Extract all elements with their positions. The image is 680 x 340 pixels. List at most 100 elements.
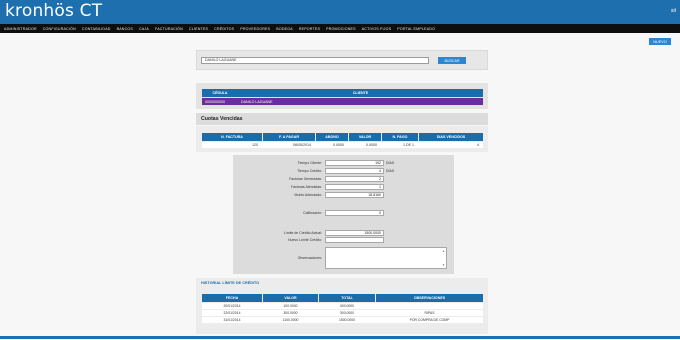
menu-item-creditos[interactable]: CRÉDITOS	[214, 27, 234, 31]
menu-item-administrador[interactable]: ADMINISTRADOR	[4, 27, 37, 31]
cell-observaciones: POR COMPRA DE COMP	[409, 318, 450, 322]
cell-valor: 100.0000	[283, 304, 298, 308]
label-facturas-atendidas: Facturas Atendidas:	[291, 185, 322, 189]
scroll-up-icon[interactable]: ▲	[442, 249, 445, 253]
column-header-fecha-pagar: F. A PAGAR	[263, 133, 315, 141]
cell-abono: 0.0000	[333, 143, 344, 147]
menu-item-facturacion[interactable]: FACTURACIÓN	[155, 27, 183, 31]
form-row-nuevo-limite: Nuevo Límite Crédito:	[233, 237, 454, 244]
observaciones-textarea[interactable]: ▲ ▼	[325, 247, 447, 269]
page: kronhös CT sit ADMINISTRADOR CONFIGURACI…	[0, 0, 680, 340]
form-row-facturas-atendidas: Facturas Atendidas: 1	[233, 184, 454, 191]
cell-total: 300.0000	[339, 311, 355, 315]
label-nuevo-limite: Nuevo Límite Crédito:	[288, 238, 322, 242]
cuotas-section-header: Cuotas Vencidas	[196, 113, 488, 125]
cuotas-title: Cuotas Vencidas	[201, 116, 243, 122]
client-nombre: DANILO LAGUANE	[241, 99, 273, 104]
label-tiempo-cliente: Tiempo Cliente:	[297, 161, 322, 165]
column-header-pago: N. PAGO	[382, 133, 418, 141]
header-user-link[interactable]: sit	[671, 8, 676, 14]
field-facturas-generadas[interactable]: 2	[325, 176, 384, 182]
form-row-calificacion: Calificación: 0	[233, 210, 454, 217]
table-row[interactable]: 22/01/2014 300.0000 300.0000 RIPAS	[202, 310, 483, 316]
form-row-tiempo-credito: Tiempo Crédito: 4 DÍAS	[233, 168, 454, 175]
nuevo-button[interactable]: NUEVO	[649, 38, 671, 45]
menu-item-promociones[interactable]: PROMOCIONES	[326, 27, 356, 31]
brand-logo: kronhös CT	[5, 1, 103, 21]
historial-panel: HISTORIAL LÍMITE DE CRÉDITO FECHA VALOR …	[196, 278, 488, 334]
cell-total: 1500.0000	[338, 318, 356, 322]
field-tiempo-cliente[interactable]: 192	[325, 160, 384, 166]
client-row[interactable]: 0000000000 DANILO LAGUANE	[202, 98, 483, 105]
menu-item-caja[interactable]: CAJA	[139, 27, 149, 31]
app-header: kronhös CT sit	[0, 0, 680, 24]
cell-valor: 1100.0000	[282, 318, 299, 322]
field-facturas-atendidas[interactable]: 1	[325, 184, 384, 190]
footer-bar	[0, 336, 680, 339]
form-row-monto-adeudado: Monto Adeudado: 18.8160	[233, 192, 454, 199]
table-row[interactable]: 20/01/2014 100.0000 400.0000	[202, 303, 483, 309]
table-row[interactable]: 31/01/2014 1100.0000 1500.0000 POR COMPR…	[202, 317, 483, 323]
client-table-header: CÉDULA CLIENTE	[202, 89, 483, 97]
menu-item-bancos[interactable]: BANCOS	[117, 27, 133, 31]
cell-pago: 1 DE 1	[403, 143, 414, 147]
form-row-tiempo-cliente: Tiempo Cliente: 192 DÍAS	[233, 160, 454, 167]
cell-observaciones: RIPAS	[424, 311, 435, 315]
field-limite-actual[interactable]: 1500.0000	[325, 230, 384, 236]
menu-item-bodega[interactable]: BODEGA	[276, 27, 293, 31]
label-observaciones: Observaciones:	[297, 256, 322, 260]
menu-item-activos-fijos[interactable]: ACTIVOS FIJOS	[362, 27, 392, 31]
cell-total: 400.0000	[339, 304, 355, 308]
label-limite-actual: Límite de Crédito Actual:	[283, 231, 322, 235]
field-tiempo-credito[interactable]: 4	[325, 168, 384, 174]
nuevo-limite-input[interactable]	[325, 237, 384, 243]
cell-dias-vencidos: 4	[477, 143, 479, 147]
cell-fecha: 20/01/2014	[223, 304, 241, 308]
label-monto-adeudado: Monto Adeudado:	[294, 193, 322, 197]
menu-item-configuracion[interactable]: CONFIGURACIÓN	[43, 27, 76, 31]
column-header-abono: ABONO	[316, 133, 348, 141]
label-tiempo-credito: Tiempo Crédito:	[297, 169, 322, 173]
column-header-dias-vencidos: DIAS VENCIDOS	[419, 133, 483, 141]
table-row[interactable]: 120 08/05/2014 0.0000 0.0000 1 DE 1 4	[202, 142, 483, 148]
main-menu: ADMINISTRADOR CONFIGURACIÓN CONTABILIDAD…	[0, 24, 680, 33]
column-header-factura: N. FACTURA	[202, 133, 262, 141]
cell-factura: 120	[252, 143, 258, 147]
client-cedula: 0000000000	[205, 99, 225, 104]
client-search-input[interactable]: DANILO LAGUANE	[201, 57, 429, 64]
cuotas-panel: N. FACTURA F. A PAGAR ABONO VALOR N. PAG…	[196, 126, 488, 152]
field-monto-adeudado[interactable]: 18.8160	[325, 192, 384, 198]
cell-valor: 300.0000	[283, 311, 298, 315]
column-header-fecha: FECHA	[202, 294, 262, 302]
cell-fecha: 22/01/2014	[223, 311, 241, 315]
column-header-total: TOTAL	[319, 294, 375, 302]
form-row-limite-actual: Límite de Crédito Actual: 1500.0000	[233, 230, 454, 237]
search-panel: DANILO LAGUANE BUSCAR	[196, 50, 488, 70]
column-header-valor: VALOR	[349, 133, 381, 141]
menu-item-contabilidad[interactable]: CONTABILIDAD	[82, 27, 111, 31]
column-header-cliente: CLIENTE	[238, 89, 483, 97]
suffix-tiempo-cliente: DÍAS	[386, 161, 395, 165]
label-facturas-generadas: Facturas Generadas:	[289, 177, 322, 181]
credit-form: Tiempo Cliente: 192 DÍAS Tiempo Crédito:…	[233, 155, 454, 274]
menu-item-portal-empleado[interactable]: PORTAL EMPLEADO	[397, 27, 435, 31]
suffix-tiempo-credito: DÍAS	[386, 169, 395, 173]
client-panel: CÉDULA CLIENTE 0000000000 DANILO LAGUANE	[196, 83, 488, 109]
label-calificacion: Calificación:	[303, 211, 322, 215]
column-header-valor: VALOR	[263, 294, 318, 302]
cell-valor: 0.0000	[366, 143, 377, 147]
cuotas-table-header: N. FACTURA F. A PAGAR ABONO VALOR N. PAG…	[202, 133, 483, 141]
cell-observaciones	[376, 303, 483, 309]
menu-item-proveedores[interactable]: PROVEEDORES	[240, 27, 270, 31]
column-header-cedula: CÉDULA	[202, 89, 238, 97]
buscar-button[interactable]: BUSCAR	[438, 57, 466, 64]
column-header-observaciones: OBSERVACIONES	[376, 294, 483, 302]
historial-table-header: FECHA VALOR TOTAL OBSERVACIONES	[202, 294, 483, 302]
field-calificacion[interactable]: 0	[325, 210, 384, 216]
menu-item-clientes[interactable]: CLIENTES	[189, 27, 208, 31]
historial-title: HISTORIAL LÍMITE DE CRÉDITO	[201, 281, 260, 285]
cell-fecha-pagar: 08/05/2014	[293, 143, 311, 147]
menu-item-reportes[interactable]: REPORTES	[299, 27, 320, 31]
cell-fecha: 31/01/2014	[223, 318, 241, 322]
scroll-down-icon[interactable]: ▼	[442, 263, 445, 267]
